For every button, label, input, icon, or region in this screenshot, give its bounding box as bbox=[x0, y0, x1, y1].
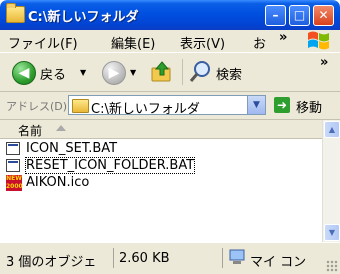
folder-icon bbox=[72, 99, 89, 113]
column-header-name[interactable]: 名前 bbox=[0, 120, 322, 139]
title-bar[interactable]: C:\新しいフォルダ – □ ✕ bbox=[0, 0, 340, 30]
close-button[interactable]: ✕ bbox=[313, 5, 334, 26]
batch-file-icon bbox=[6, 159, 20, 172]
folder-icon bbox=[6, 3, 25, 23]
sort-ascending-icon bbox=[56, 125, 66, 131]
scroll-up-button[interactable]: ▲ bbox=[324, 121, 340, 138]
forward-arrow-icon: ▶ bbox=[108, 65, 120, 81]
forward-dropdown-icon[interactable]: ▼ bbox=[130, 68, 136, 77]
menu-edit[interactable]: 編集(E) bbox=[111, 33, 155, 52]
status-divider bbox=[222, 248, 223, 268]
toolbar-overflow-button[interactable]: » bbox=[320, 55, 328, 70]
minimize-button[interactable]: – bbox=[265, 5, 286, 26]
file-name[interactable]: RESET_ICON_FOLDER.BAT bbox=[24, 157, 196, 174]
address-path[interactable]: C:\新しいフォルダ bbox=[91, 98, 200, 117]
back-label[interactable]: 戻る bbox=[40, 64, 66, 83]
menu-bar: ファイル(F) 編集(E) 表示(V) お » bbox=[0, 30, 340, 53]
back-arrow-icon: ◀ bbox=[18, 65, 30, 81]
menu-view[interactable]: 表示(V) bbox=[180, 33, 225, 52]
explorer-window: C:\新しいフォルダ – □ ✕ ファイル(F) 編集(E) 表示(V) お »… bbox=[0, 0, 340, 274]
address-label: アドレス(D) bbox=[6, 100, 68, 113]
menu-overflow-button[interactable]: » bbox=[279, 30, 287, 45]
status-location: マイ コン bbox=[250, 255, 307, 270]
status-object-count: 3 個のオブジェ bbox=[6, 255, 97, 270]
folder-up-icon[interactable] bbox=[150, 59, 174, 83]
forward-button[interactable]: ▶ bbox=[102, 61, 126, 85]
ico-file-icon: NEW 2000 bbox=[6, 175, 23, 191]
menu-more[interactable]: お bbox=[253, 33, 266, 52]
window-title: C:\新しいフォルダ bbox=[28, 10, 139, 25]
menu-file[interactable]: ファイル(F) bbox=[8, 33, 78, 52]
vertical-scrollbar[interactable]: ▲ ▼ bbox=[322, 120, 340, 242]
resize-grip[interactable] bbox=[326, 260, 338, 272]
search-label[interactable]: 検索 bbox=[216, 64, 242, 83]
go-arrow-icon[interactable]: ➜ bbox=[274, 97, 290, 113]
my-computer-icon bbox=[229, 249, 245, 264]
column-header-label: 名前 bbox=[18, 124, 43, 138]
maximize-button[interactable]: □ bbox=[289, 5, 310, 26]
back-dropdown-icon[interactable]: ▼ bbox=[80, 68, 86, 77]
status-size: 2.60 KB bbox=[119, 251, 170, 266]
file-name[interactable]: ICON_SET.BAT bbox=[26, 141, 117, 156]
toolbar-separator bbox=[182, 59, 183, 85]
scroll-down-button[interactable]: ▼ bbox=[324, 224, 340, 241]
batch-file-icon bbox=[6, 142, 20, 155]
address-input[interactable]: C:\新しいフォルダ ▼ bbox=[68, 95, 266, 117]
file-name[interactable]: AIKON.ico bbox=[26, 175, 89, 190]
toolbar: ◀ 戻る ▼ ▶ ▼ 検索 » bbox=[0, 53, 340, 92]
address-bar: アドレス(D) C:\新しいフォルダ ▼ ➜ 移動 bbox=[0, 92, 340, 120]
status-divider bbox=[113, 248, 114, 268]
search-icon[interactable] bbox=[189, 59, 213, 83]
go-button[interactable]: 移動 bbox=[296, 97, 322, 116]
file-list[interactable]: 名前 ICON_SET.BAT RESET_ICON_FOLDER.BAT NE… bbox=[0, 120, 322, 242]
back-button[interactable]: ◀ bbox=[12, 61, 36, 85]
status-bar: 3 個のオブジェ 2.60 KB マイ コン bbox=[0, 242, 340, 274]
address-dropdown-button[interactable]: ▼ bbox=[247, 96, 265, 114]
windows-logo-icon bbox=[308, 31, 329, 50]
